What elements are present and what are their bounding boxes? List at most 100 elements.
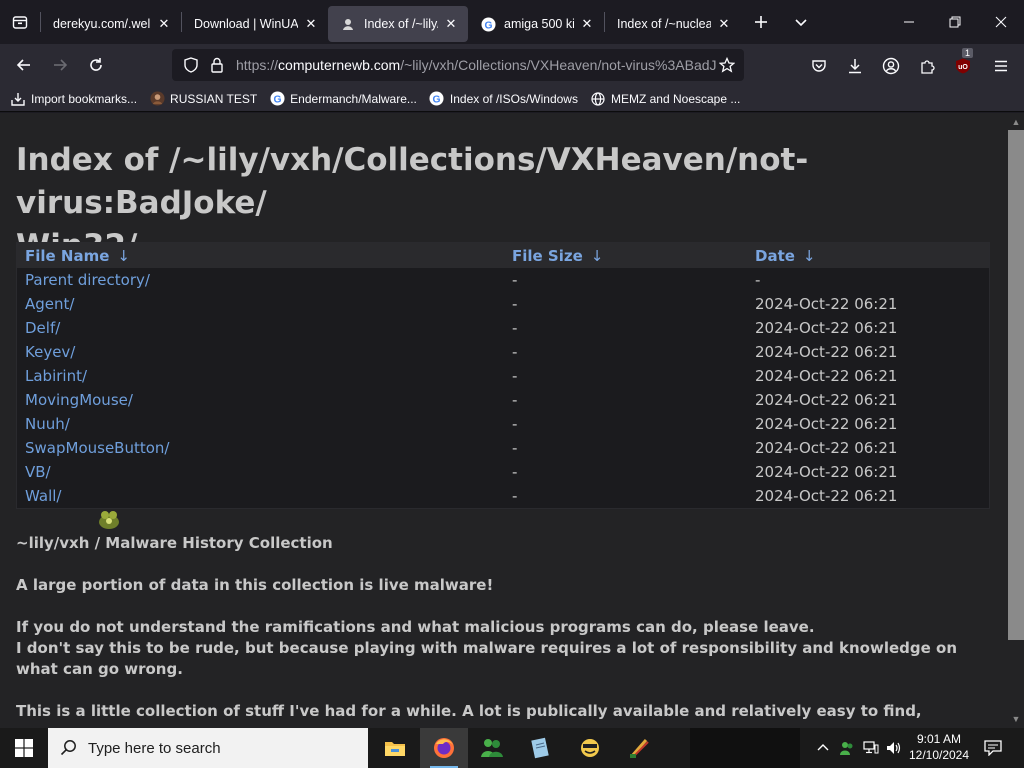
date-cell: 2024-Oct-22 06:21 <box>755 415 898 433</box>
reload-button[interactable] <box>78 49 114 81</box>
ublock-extension-button[interactable]: uO 1 <box>946 48 980 82</box>
show-hidden-icons-button[interactable] <box>812 728 834 768</box>
plus-icon <box>755 16 767 28</box>
taskbar-app-paint[interactable] <box>616 728 664 768</box>
app-menu-button[interactable] <box>984 50 1018 82</box>
list-all-tabs-button[interactable] <box>781 0 821 44</box>
taskbar-search-box[interactable]: Type here to search <box>48 728 368 768</box>
directory-link[interactable]: Delf/ <box>25 319 60 337</box>
directory-link[interactable]: Labirint/ <box>25 367 87 385</box>
downloads-button[interactable] <box>838 50 872 82</box>
padlock-icon[interactable] <box>204 49 230 81</box>
table-row: Parent directory/ - - <box>17 268 989 292</box>
directory-link[interactable]: Keyev/ <box>25 343 75 361</box>
restore-button[interactable] <box>932 0 978 44</box>
scroll-down-arrow-icon[interactable]: ▼ <box>1008 711 1024 727</box>
firefox-view-button[interactable] <box>0 0 40 44</box>
tab-amiga-kickstart[interactable]: G amiga 500 kickst ✕ <box>468 6 604 42</box>
tab-derekyu[interactable]: derekyu.com/.well-k ✕ <box>41 6 181 42</box>
chevron-up-icon <box>817 744 829 751</box>
pocket-button[interactable] <box>802 50 836 82</box>
collection-title: ~lily/vxh / Malware History Collection <box>16 534 333 552</box>
taskbar-app-face[interactable] <box>566 728 614 768</box>
bookmark-star-icon[interactable] <box>714 49 740 81</box>
bookmark-endermanch[interactable]: G Endermanch/Malware... <box>269 91 417 107</box>
directory-link[interactable]: Agent/ <box>25 295 74 313</box>
minimize-icon <box>904 21 914 23</box>
tab-nuclear-index[interactable]: Index of /~nuclear/t ✕ <box>605 6 741 42</box>
date-cell: 2024-Oct-22 06:21 <box>755 343 898 361</box>
page-viewport: Index of /~lily/vxh/Collections/VXHeaven… <box>0 113 1008 728</box>
directory-link[interactable]: MovingMouse/ <box>25 391 133 409</box>
account-icon <box>882 57 900 75</box>
navigation-toolbar: https://computernewb.com/~lily/vxh/Colle… <box>0 44 1024 86</box>
tab-title: Download | WinUAE <box>194 17 298 31</box>
column-header-date[interactable]: Date ↓ <box>747 243 989 268</box>
file-name-cell: SwapMouseButton/ <box>17 436 504 460</box>
file-name-cell: Labirint/ <box>17 364 504 388</box>
bookmark-isos-windows[interactable]: G Index of /ISOs/Windows <box>429 91 578 107</box>
directory-link[interactable]: SwapMouseButton/ <box>25 439 169 457</box>
extensions-button[interactable] <box>910 50 944 82</box>
table-row: VB/ - 2024-Oct-22 06:21 <box>17 460 989 484</box>
minimize-button[interactable] <box>886 0 932 44</box>
extension-badge: 1 <box>962 48 974 58</box>
tracking-protection-shield-icon[interactable] <box>178 49 204 81</box>
file-name-cell: Wall/ <box>17 484 504 508</box>
malware-warning: A large portion of data in this collecti… <box>16 576 494 594</box>
animated-mouse-cursor-icon <box>99 511 119 529</box>
address-bar[interactable]: https://computernewb.com/~lily/vxh/Colle… <box>172 49 744 81</box>
close-icon[interactable]: ✕ <box>717 16 731 32</box>
close-icon[interactable]: ✕ <box>157 16 171 32</box>
volume-tray-button[interactable] <box>883 728 905 768</box>
scrollbar-thumb[interactable] <box>1008 130 1024 640</box>
tab-vxh-index[interactable]: Index of /~lily/vxh/ ✕ <box>328 6 468 42</box>
taskbar-firefox[interactable] <box>420 728 468 768</box>
back-button[interactable] <box>6 49 42 81</box>
account-button[interactable] <box>874 50 908 82</box>
bookmark-label: Endermanch/Malware... <box>290 91 417 106</box>
taskbar-app-notepad[interactable] <box>516 728 564 768</box>
close-icon[interactable]: ✕ <box>444 16 458 32</box>
svg-text:G: G <box>484 20 492 31</box>
close-icon[interactable]: ✕ <box>580 16 594 32</box>
ublock-shield-icon: uO <box>956 58 970 74</box>
directory-link[interactable]: Nuuh/ <box>25 415 70 433</box>
tab-winuae[interactable]: Download | WinUAE ✕ <box>182 6 328 42</box>
file-name-cell: MovingMouse/ <box>17 388 504 412</box>
new-tab-button[interactable] <box>741 0 781 44</box>
close-icon[interactable]: ✕ <box>304 16 318 32</box>
file-name-cell: Nuuh/ <box>17 412 504 436</box>
column-header-file-size[interactable]: File Size ↓ <box>504 243 747 268</box>
close-window-button[interactable] <box>978 0 1024 44</box>
file-name-cell: Parent directory/ <box>17 268 504 292</box>
sort-arrow-icon: ↓ <box>117 246 130 265</box>
date-cell: - <box>755 271 761 289</box>
forward-button[interactable] <box>42 49 78 81</box>
reload-icon <box>90 58 102 71</box>
bookmark-russian-test[interactable]: RUSSIAN TEST <box>149 91 257 107</box>
taskbar-app-green[interactable] <box>468 728 516 768</box>
directory-link[interactable]: VB/ <box>25 463 51 481</box>
file-size-cell: - <box>512 463 518 481</box>
parent-directory-link[interactable]: Parent directory/ <box>25 271 150 289</box>
tray-app-green[interactable] <box>836 728 858 768</box>
start-button[interactable] <box>0 728 48 768</box>
puzzle-icon <box>921 60 935 74</box>
column-header-file-name[interactable]: File Name ↓ <box>17 243 504 268</box>
taskbar-file-explorer[interactable] <box>371 728 419 768</box>
bookmark-import[interactable]: Import bookmarks... <box>10 91 137 107</box>
url-text[interactable]: https://computernewb.com/~lily/vxh/Colle… <box>236 57 716 73</box>
bookmark-memz[interactable]: MEMZ and Noescape ... <box>590 91 740 107</box>
network-tray-button[interactable] <box>860 728 882 768</box>
network-icon <box>863 741 879 754</box>
tab-title: Index of /~lily/vxh/ <box>364 17 438 31</box>
table-row: Nuuh/ - 2024-Oct-22 06:21 <box>17 412 989 436</box>
notification-center-button[interactable] <box>978 728 1008 768</box>
google-icon: G <box>429 91 445 107</box>
tab-strip: derekyu.com/.well-k ✕ Download | WinUAE … <box>0 0 1024 44</box>
directory-link[interactable]: Wall/ <box>25 487 61 505</box>
file-size-cell: - <box>512 439 518 457</box>
scroll-up-arrow-icon[interactable]: ▲ <box>1008 114 1024 130</box>
taskbar-clock[interactable]: 9:01 AM 12/10/2024 <box>906 731 972 763</box>
